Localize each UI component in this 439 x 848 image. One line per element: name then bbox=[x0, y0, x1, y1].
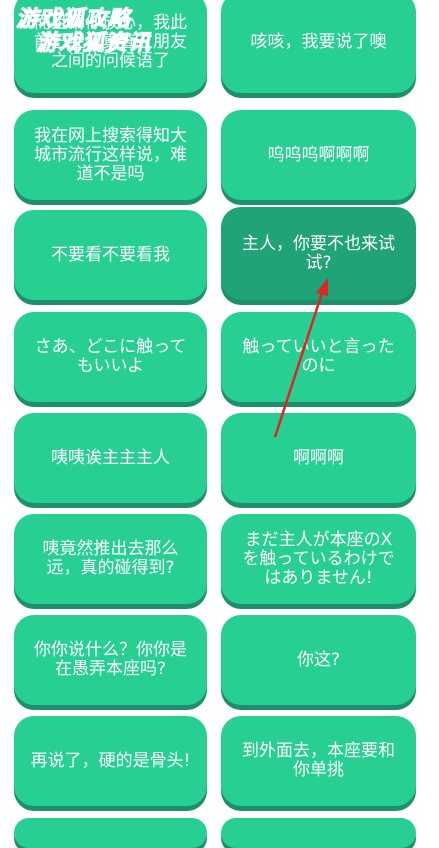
dialogue-option-label: 到外面去，本座要和你单挑 bbox=[242, 741, 395, 780]
dialogue-option-12[interactable]: まだ主人が本座のXを触っているわけではありません! bbox=[221, 514, 416, 604]
dialogue-option-13[interactable]: 你你说什么？你你是在愚弄本座吗? bbox=[14, 615, 207, 705]
dialogue-option-9[interactable]: 咦咦诶主主主人 bbox=[14, 413, 207, 503]
dialogue-option-label: 啊啊啊 bbox=[293, 447, 344, 468]
dialogue-option-label: 咳咳，我要说了噢 bbox=[250, 32, 387, 52]
watermark-line-1: 游戏狐攻略 bbox=[15, 7, 132, 32]
dialogue-option-4[interactable]: 呜呜呜啊啊啊 bbox=[221, 110, 416, 200]
dialogue-option-label: 你这? bbox=[296, 649, 341, 670]
dialogue-option-2[interactable]: 咳咳，我要说了噢 bbox=[221, 0, 416, 93]
dialogue-option-8[interactable]: 触っていいと言ったのに bbox=[221, 312, 416, 402]
dialogue-option-label: 不要看不要看我 bbox=[51, 244, 170, 265]
dialogue-option-15[interactable]: 再说了，硬的是骨头! bbox=[14, 716, 207, 806]
dialogue-option-7[interactable]: さあ、どこに触ってもいいよ bbox=[14, 312, 207, 402]
dialogue-option-6-selected[interactable]: 主人，你要不也来试试? bbox=[221, 207, 416, 300]
dialogue-option-label: まだ主人が本座のXを触っているわけではありません! bbox=[242, 529, 395, 588]
dialogue-option-label: 咦竟然推出去那么远，真的碰得到? bbox=[42, 539, 179, 578]
dialogue-option-3[interactable]: 我在网上搜索得知大城市流行这样说，难道不是吗 bbox=[14, 110, 207, 200]
dialogue-option-11[interactable]: 咦竟然推出去那么远，真的碰得到? bbox=[14, 514, 207, 604]
dialogue-option-label: さあ、どこに触ってもいいよ bbox=[34, 337, 187, 376]
dialogue-option-label: 触っていいと言ったのに bbox=[242, 337, 395, 376]
dialogue-option-partial-right[interactable] bbox=[221, 818, 416, 848]
watermark-logo: 游戏狐攻略 游戏狐资讯 bbox=[15, 7, 152, 56]
dialogue-option-5[interactable]: 不要看不要看我 bbox=[14, 210, 207, 300]
dialogue-option-14[interactable]: 你这? bbox=[221, 615, 416, 705]
dialogue-option-partial-left[interactable] bbox=[14, 818, 207, 848]
dialogue-option-16[interactable]: 到外面去，本座要和你单挑 bbox=[221, 716, 416, 806]
dialogue-option-label: 主人，你要不也来试试? bbox=[242, 233, 395, 273]
dialogue-option-label: 你你说什么？你你是在愚弄本座吗? bbox=[34, 640, 187, 679]
dialogue-option-label: 再说了，硬的是骨头! bbox=[30, 750, 191, 771]
watermark-line-2: 游戏狐资讯 bbox=[35, 31, 152, 56]
dialogue-option-label: 我在网上搜索得知大城市流行这样说，难道不是吗 bbox=[34, 125, 187, 184]
dialogue-option-label: 咦咦诶主主主人 bbox=[51, 447, 170, 468]
dialogue-options-grid: 而且请你放心，我此前已经认真查过朋友之间的问候语了 咳咳，我要说了噢 我在网上搜… bbox=[0, 0, 439, 848]
dialogue-option-10[interactable]: 啊啊啊 bbox=[221, 413, 416, 503]
dialogue-option-label: 呜呜呜啊啊啊 bbox=[267, 144, 370, 165]
